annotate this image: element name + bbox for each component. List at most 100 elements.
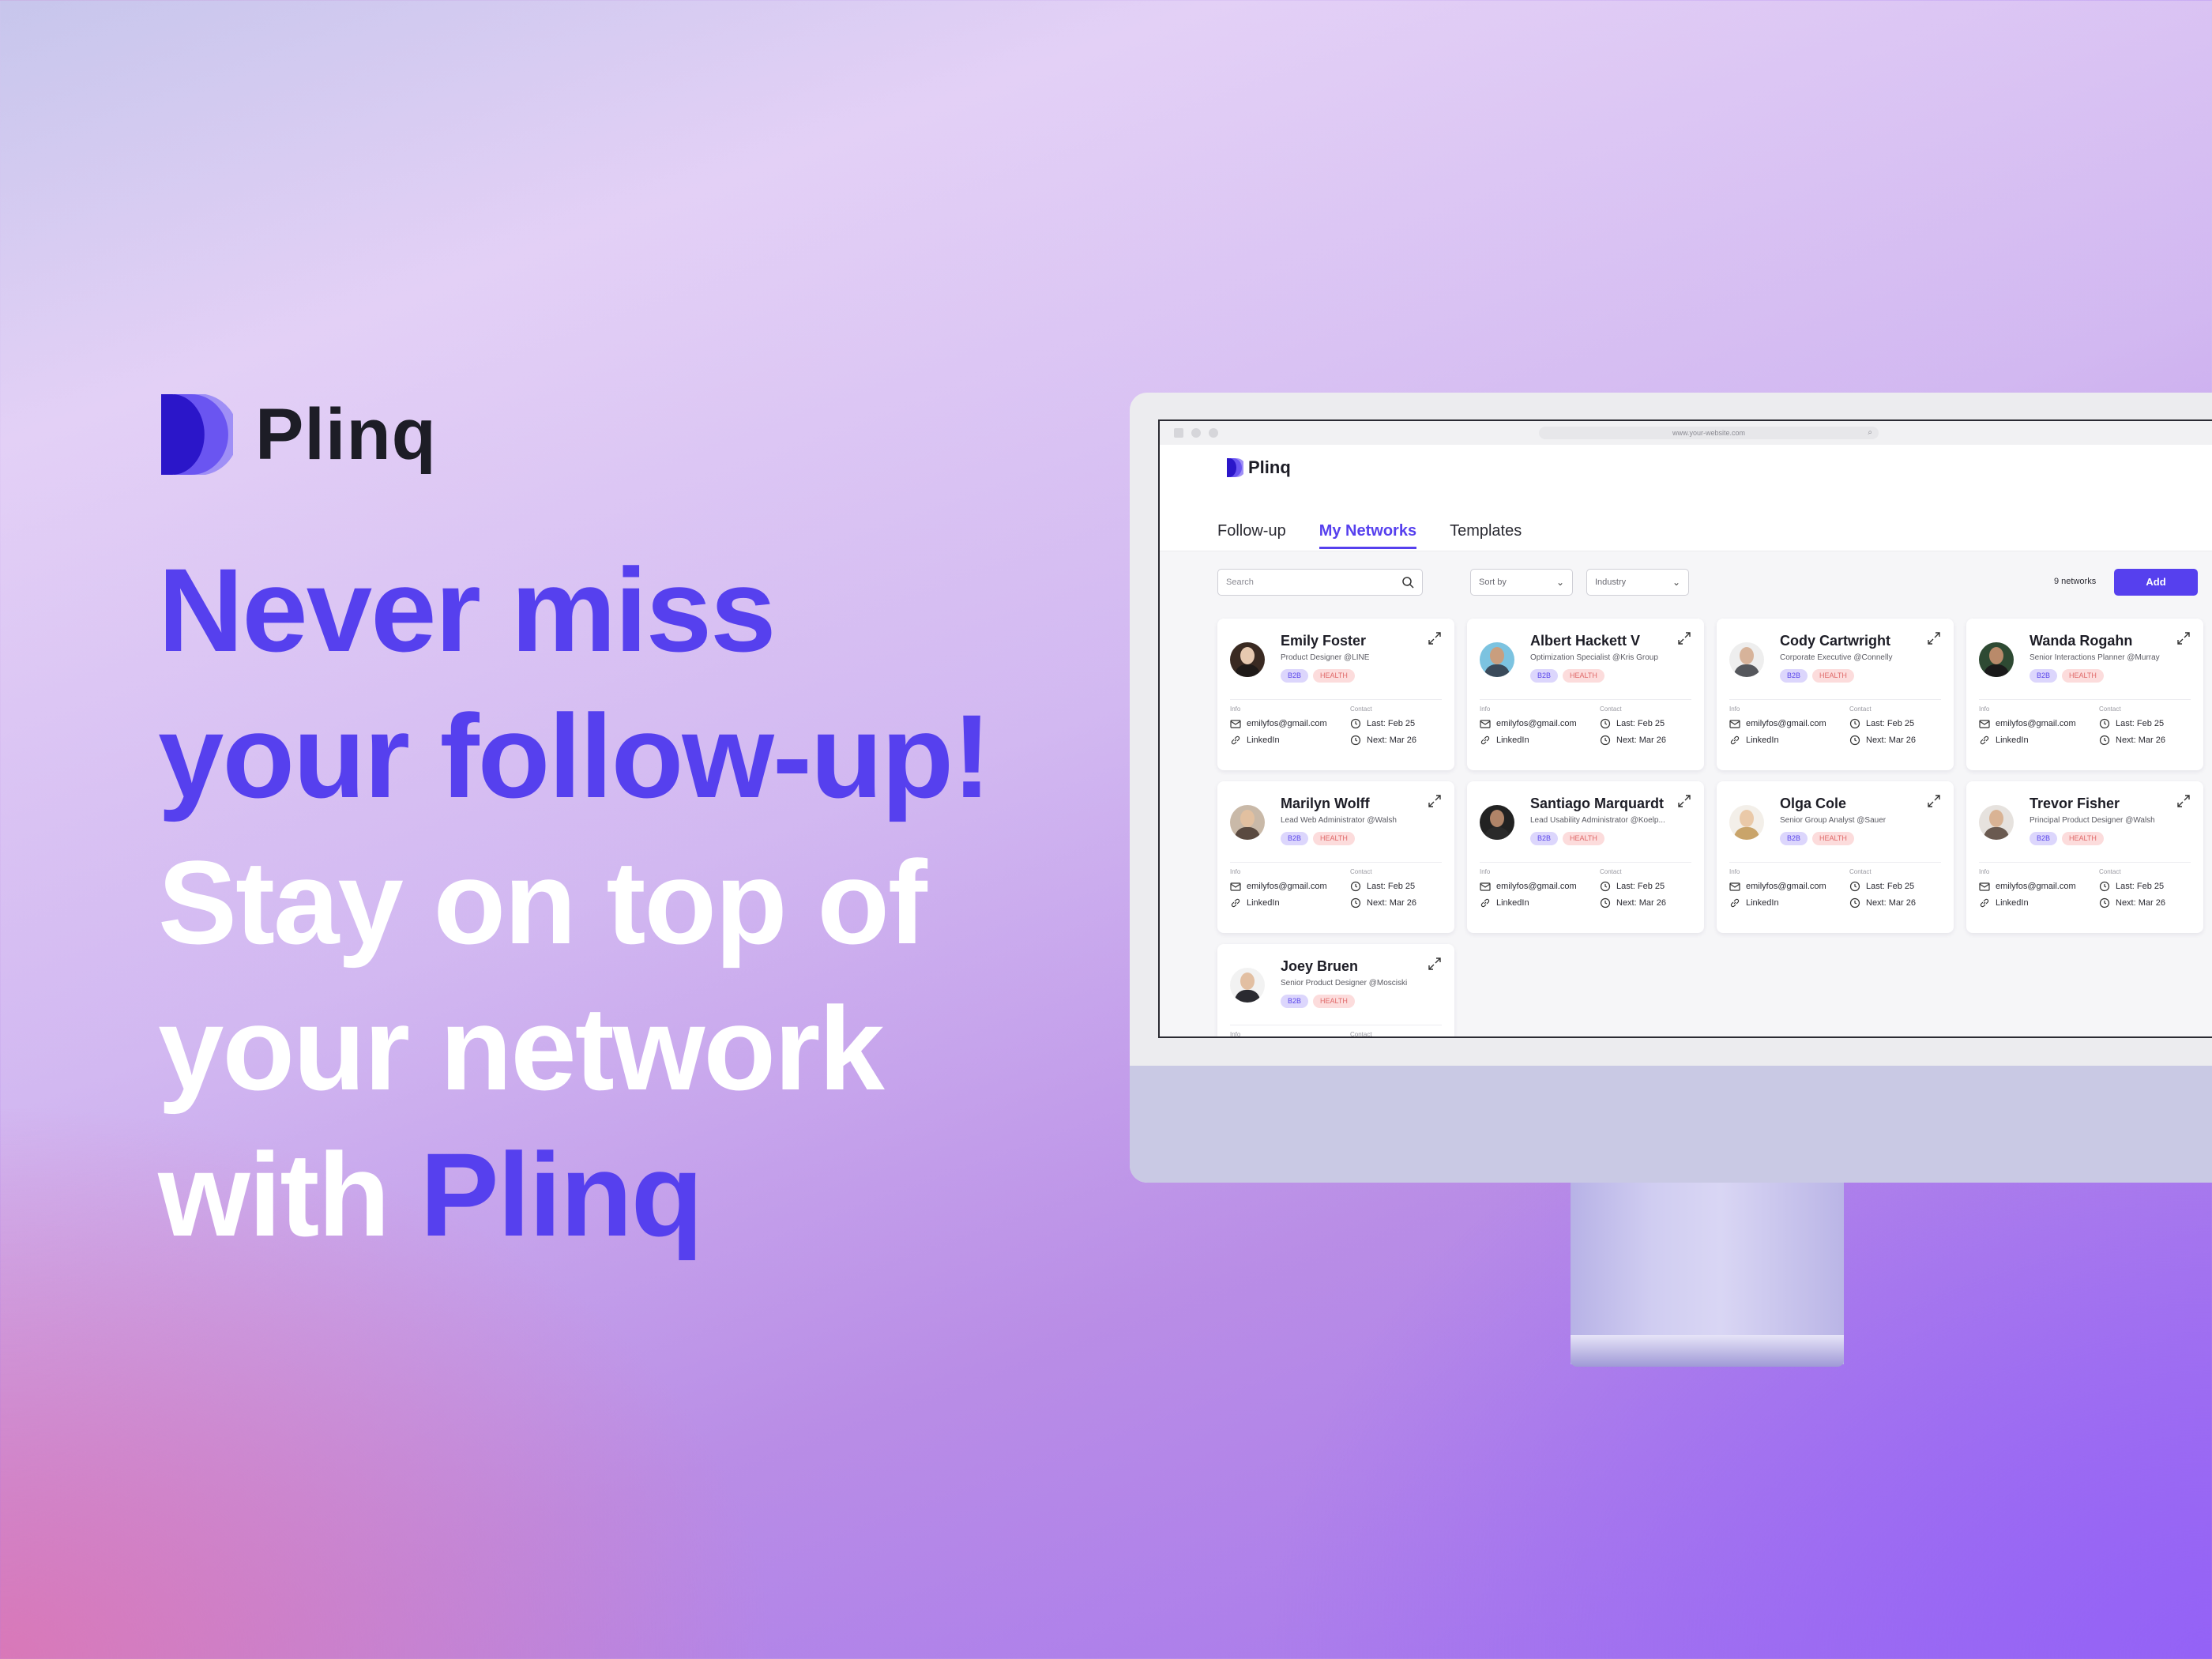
tag-list: B2B HEALTH bbox=[1530, 669, 1604, 683]
window-control-icon[interactable] bbox=[1174, 428, 1183, 438]
contact-card[interactable]: Wanda Rogahn Senior Interactions Planner… bbox=[1966, 619, 2203, 770]
tab-my-networks[interactable]: My Networks bbox=[1319, 522, 1417, 549]
window-control-icon[interactable] bbox=[1209, 428, 1218, 438]
linkedin-row[interactable]: LinkedIn bbox=[1230, 897, 1280, 908]
contact-email: emilyfos@gmail.com bbox=[1996, 882, 2076, 891]
contact-card[interactable]: Joey Bruen Senior Product Designer @Mosc… bbox=[1217, 944, 1454, 1036]
linkedin-row[interactable]: LinkedIn bbox=[1729, 735, 1779, 746]
next-contact-row: Next: Mar 26 bbox=[1849, 897, 1916, 908]
avatar bbox=[1729, 642, 1764, 677]
email-row[interactable]: emilyfos@gmail.com bbox=[1729, 718, 1826, 729]
url-bar[interactable]: www.your-website.com ⌕ bbox=[1539, 427, 1879, 439]
next-contact: Next: Mar 26 bbox=[2116, 735, 2165, 745]
tag-list: B2B HEALTH bbox=[2030, 669, 2104, 683]
plinq-logo-icon bbox=[161, 394, 233, 475]
next-contact: Next: Mar 26 bbox=[2116, 898, 2165, 908]
app-header: Plinq Follow-up My Networks Templates bbox=[1160, 445, 2212, 551]
search-input[interactable]: Search bbox=[1217, 569, 1423, 596]
contact-role: Senior Group Analyst @Sauer bbox=[1780, 816, 1887, 825]
contact-card[interactable]: Olga Cole Senior Group Analyst @Sauer B2… bbox=[1717, 781, 1954, 933]
contact-card[interactable]: Emily Foster Product Designer @LINE B2B … bbox=[1217, 619, 1454, 770]
tag-b2b: B2B bbox=[1281, 995, 1309, 1008]
linkedin-row[interactable]: LinkedIn bbox=[1979, 735, 2029, 746]
email-row[interactable]: emilyfos@gmail.com bbox=[1230, 718, 1327, 729]
url-text: www.your-website.com bbox=[1672, 429, 1746, 437]
contact-card[interactable]: Trevor Fisher Principal Product Designer… bbox=[1966, 781, 2203, 933]
avatar bbox=[1979, 642, 2014, 677]
linkedin-row[interactable]: LinkedIn bbox=[1480, 897, 1529, 908]
linkedin-row[interactable]: LinkedIn bbox=[1480, 735, 1529, 746]
card-divider bbox=[1979, 862, 2191, 863]
headline-line-4: your network bbox=[158, 982, 885, 1115]
email-row[interactable]: emilyfos@gmail.com bbox=[1979, 881, 2076, 892]
clock-icon bbox=[1849, 897, 1860, 908]
expand-icon[interactable] bbox=[1927, 794, 1941, 808]
last-contact: Last: Feb 25 bbox=[1866, 719, 1915, 728]
window-control-icon[interactable] bbox=[1191, 428, 1201, 438]
last-contact-row: Last: Feb 25 bbox=[1600, 881, 1665, 892]
contact-role: Principal Product Designer @Walsh bbox=[2030, 816, 2155, 825]
expand-icon[interactable] bbox=[2176, 794, 2191, 808]
last-contact-row: Last: Feb 25 bbox=[1600, 718, 1665, 729]
expand-icon[interactable] bbox=[2176, 631, 2191, 645]
contact-role: Lead Web Administrator @Walsh bbox=[1281, 816, 1397, 825]
tab-templates[interactable]: Templates bbox=[1450, 522, 1522, 549]
add-button[interactable]: Add bbox=[2114, 569, 2198, 596]
email-row[interactable]: emilyfos@gmail.com bbox=[1979, 718, 2076, 729]
tag-health: HEALTH bbox=[2062, 669, 2104, 683]
next-contact-row: Next: Mar 26 bbox=[2099, 735, 2165, 746]
linkedin-row[interactable]: LinkedIn bbox=[1979, 897, 2029, 908]
headline-line-5-prefix: with bbox=[158, 1128, 420, 1261]
expand-icon[interactable] bbox=[1677, 631, 1691, 645]
card-divider bbox=[1230, 699, 1442, 700]
brand-name: Plinq bbox=[255, 393, 437, 475]
email-row[interactable]: emilyfos@gmail.com bbox=[1480, 881, 1577, 892]
headline-line-3: Stay on top of bbox=[158, 836, 927, 969]
email-row[interactable]: emilyfos@gmail.com bbox=[1230, 881, 1327, 892]
expand-icon[interactable] bbox=[1428, 957, 1442, 971]
contact-name: Emily Foster bbox=[1281, 633, 1367, 649]
mail-icon bbox=[1480, 882, 1491, 891]
headline-line-5: with Plinq bbox=[158, 1122, 1106, 1268]
industry-select[interactable]: Industry ⌄ bbox=[1586, 569, 1689, 596]
next-contact: Next: Mar 26 bbox=[1616, 898, 1666, 908]
linkedin-row[interactable]: LinkedIn bbox=[1230, 735, 1280, 746]
contact-role: Senior Product Designer @Mosciski bbox=[1281, 979, 1408, 988]
contact-card[interactable]: Cody Cartwright Corporate Executive @Con… bbox=[1717, 619, 1954, 770]
next-contact-row: Next: Mar 26 bbox=[1350, 735, 1416, 746]
last-contact-row: Last: Feb 25 bbox=[1350, 881, 1415, 892]
sort-by-value: Sort by bbox=[1479, 577, 1507, 587]
expand-icon[interactable] bbox=[1428, 631, 1442, 645]
tag-b2b: B2B bbox=[1530, 832, 1559, 845]
email-row[interactable]: emilyfos@gmail.com bbox=[1729, 881, 1826, 892]
next-contact: Next: Mar 26 bbox=[1866, 898, 1916, 908]
industry-value: Industry bbox=[1595, 577, 1627, 587]
info-label: Info bbox=[1729, 868, 1740, 875]
sort-by-select[interactable]: Sort by ⌄ bbox=[1470, 569, 1573, 596]
contact-label: Contact bbox=[1600, 705, 1622, 713]
network-count: 9 networks bbox=[2054, 577, 2097, 586]
contact-role: Senior Interactions Planner @Murray bbox=[2030, 653, 2160, 662]
contact-role: Optimization Specialist @Kris Group bbox=[1530, 653, 1658, 662]
tab-follow-up[interactable]: Follow-up bbox=[1217, 522, 1286, 549]
expand-icon[interactable] bbox=[1428, 794, 1442, 808]
contact-card[interactable]: Santiago Marquardt Lead Usability Admini… bbox=[1467, 781, 1704, 933]
app-logo[interactable]: Plinq bbox=[1226, 457, 1291, 478]
contact-label: Contact bbox=[1849, 705, 1872, 713]
email-row[interactable]: emilyfos@gmail.com bbox=[1480, 718, 1577, 729]
expand-icon[interactable] bbox=[1927, 631, 1941, 645]
avatar bbox=[1230, 642, 1265, 677]
link-icon bbox=[1231, 898, 1240, 908]
last-contact-row: Last: Feb 25 bbox=[2099, 881, 2164, 892]
linkedin-row[interactable]: LinkedIn bbox=[1729, 897, 1779, 908]
contact-role: Lead Usability Administrator @Koelp... bbox=[1530, 816, 1665, 825]
clock-icon bbox=[1350, 718, 1361, 729]
expand-icon[interactable] bbox=[1677, 794, 1691, 808]
contact-email: emilyfos@gmail.com bbox=[1247, 882, 1327, 891]
contact-email: emilyfos@gmail.com bbox=[1996, 719, 2076, 728]
contact-card[interactable]: Albert Hackett V Optimization Specialist… bbox=[1467, 619, 1704, 770]
tag-health: HEALTH bbox=[1812, 669, 1854, 683]
search-icon: ⌕ bbox=[1868, 428, 1872, 437]
next-contact: Next: Mar 26 bbox=[1616, 735, 1666, 745]
contact-card[interactable]: Marilyn Wolff Lead Web Administrator @Wa… bbox=[1217, 781, 1454, 933]
